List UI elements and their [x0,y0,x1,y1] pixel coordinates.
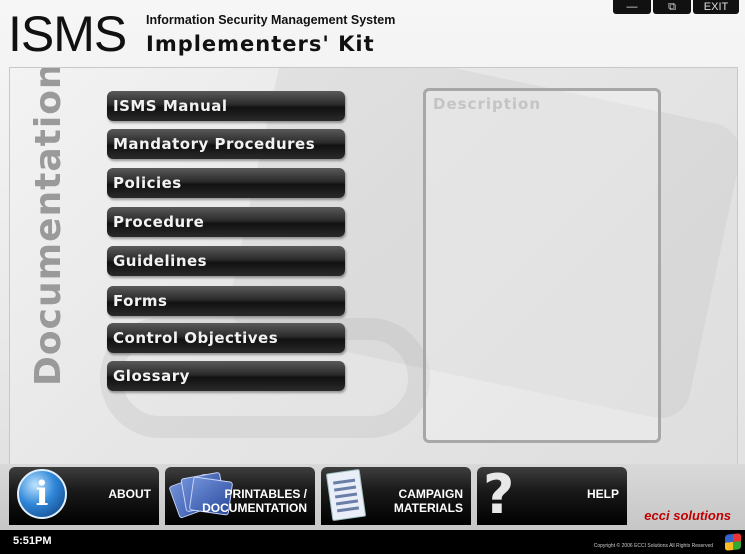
menu-mandatory-procedures-button[interactable]: Mandatory Procedures [107,129,345,159]
exit-button[interactable]: EXIT [693,0,739,14]
ecci-solutions-logo: ecci solutions [644,508,731,523]
minimize-button[interactable]: — [613,0,651,14]
description-panel: Description [423,88,661,443]
description-title: Description [433,95,542,113]
help-button[interactable]: ? HELP [477,467,627,525]
restore-button[interactable]: ⧉ [653,0,691,14]
isms-app-window: ISMS Information Security Management Sys… [0,0,745,554]
logo-isms: ISMS [8,6,127,62]
document-icon [325,468,367,522]
printables-label-line2: DOCUMENTATION [202,501,307,515]
clock: 5:51PM [13,535,52,547]
campaign-materials-button[interactable]: CAMPAIGN MATERIALS [321,467,471,525]
logo-subtitle-kit: Implementers' Kit [146,32,375,56]
status-bar: 5:51PM Copyright © 2006 ECCI Solutions A… [0,530,745,554]
menu-procedure-button[interactable]: Procedure [107,207,345,237]
help-label: HELP [586,487,619,501]
printables-label: PRINTABLES / DOCUMENTATION [202,487,307,515]
menu-isms-manual-button[interactable]: ISMS Manual [107,91,345,121]
menu-forms-button[interactable]: Forms [107,286,345,316]
campaign-label: CAMPAIGN MATERIALS [394,487,463,515]
window-controls: — ⧉ EXIT [613,0,739,14]
header: ISMS Information Security Management Sys… [0,0,745,66]
logo-subtitle-system: Information Security Management System [146,13,396,27]
info-icon: i [17,469,67,519]
campaign-label-line1: CAMPAIGN [398,487,463,501]
copyright-text: Copyright © 2006 ECCI Solutions All Righ… [593,543,713,549]
section-title-documentation: Documentation [28,67,69,386]
bottom-nav-bar: i ABOUT PRINTABLES / DOCUMENTATION CAMPA… [0,464,745,530]
menu-policies-button[interactable]: Policies [107,168,345,198]
windows-flag-icon [725,533,741,551]
question-icon: ? [483,463,515,526]
printables-documentation-button[interactable]: PRINTABLES / DOCUMENTATION [165,467,315,525]
campaign-label-line2: MATERIALS [393,501,463,515]
printables-label-line1: PRINTABLES / [224,487,307,501]
menu-control-objectives-button[interactable]: Control Objectives [107,323,345,353]
main-panel: Documentation ISMS Manual Mandatory Proc… [9,67,738,465]
menu-guidelines-button[interactable]: Guidelines [107,246,345,276]
menu-glossary-button[interactable]: Glossary [107,361,345,391]
about-button[interactable]: i ABOUT [9,467,159,525]
about-label: ABOUT [108,487,151,501]
